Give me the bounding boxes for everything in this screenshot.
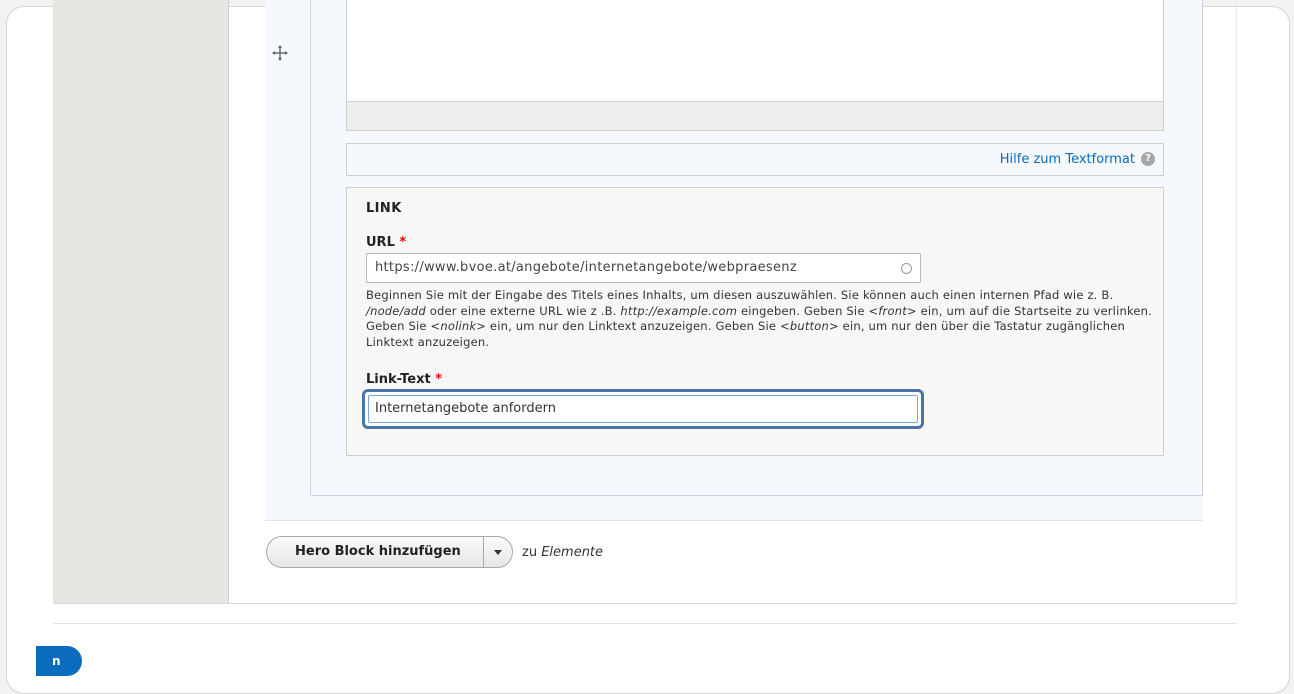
desc-text: eingeben. Geben Sie	[737, 303, 869, 318]
add-more-toggle-button[interactable]	[482, 536, 513, 568]
desc-text: oder eine externe URL wie z .B.	[425, 303, 621, 318]
link-text-input[interactable]: Internetangebote anfordern	[362, 389, 924, 429]
content-bottom-border	[53, 603, 1237, 604]
chevron-down-icon	[493, 549, 502, 555]
autocomplete-throbber-icon	[901, 263, 912, 274]
link-legend: LINK	[366, 201, 402, 216]
save-button[interactable]: n	[36, 646, 82, 676]
desc-example-front: <front>	[868, 303, 917, 318]
link-text-value[interactable]: Internetangebote anfordern	[368, 395, 918, 423]
add-hero-block-split-button: Hero Block hinzufügen	[266, 536, 513, 568]
target-field-name: Elemente	[541, 545, 604, 560]
admin-sidebar	[53, 0, 229, 603]
actions-divider	[53, 623, 1237, 624]
text-editor-body[interactable]	[346, 0, 1164, 102]
format-help-link[interactable]: Hilfe zum Textformat	[1000, 152, 1135, 167]
zu-label: zu	[522, 545, 542, 560]
desc-example-nolink: <nolink>	[430, 319, 487, 333]
desc-text: Beginnen Sie mit der Eingabe des Titels …	[366, 288, 1114, 302]
drag-handle-icon[interactable]	[271, 44, 289, 62]
desc-example-button: <button>	[780, 319, 839, 333]
link-text-label: Link-Text *	[366, 372, 442, 387]
text-format-bar: Hilfe zum Textformat ?	[346, 143, 1164, 176]
url-input-value: https://www.bvoe.at/angebote/internetang…	[375, 260, 797, 275]
add-target-text: zu Elemente	[522, 545, 603, 560]
required-marker: *	[435, 372, 443, 387]
url-label: URL *	[366, 235, 406, 250]
url-input[interactable]: https://www.bvoe.at/angebote/internetang…	[366, 253, 921, 283]
link-text-label-text: Link-Text	[366, 372, 431, 387]
editor-status-bar	[346, 102, 1164, 131]
question-circle-icon[interactable]: ?	[1141, 152, 1155, 166]
required-marker: *	[399, 235, 407, 250]
url-description: Beginnen Sie mit der Eingabe des Titels …	[366, 288, 1156, 350]
add-hero-block-button[interactable]: Hero Block hinzufügen	[266, 536, 483, 568]
desc-example-node-add: /node/add	[366, 303, 426, 318]
desc-example-url: http://example.com	[620, 303, 738, 318]
add-divider	[265, 520, 1203, 521]
content-edge	[1236, 0, 1237, 603]
url-label-text: URL	[366, 235, 395, 250]
desc-text: ein, um nur den Linktext anzuzeigen. Geb…	[486, 319, 781, 333]
